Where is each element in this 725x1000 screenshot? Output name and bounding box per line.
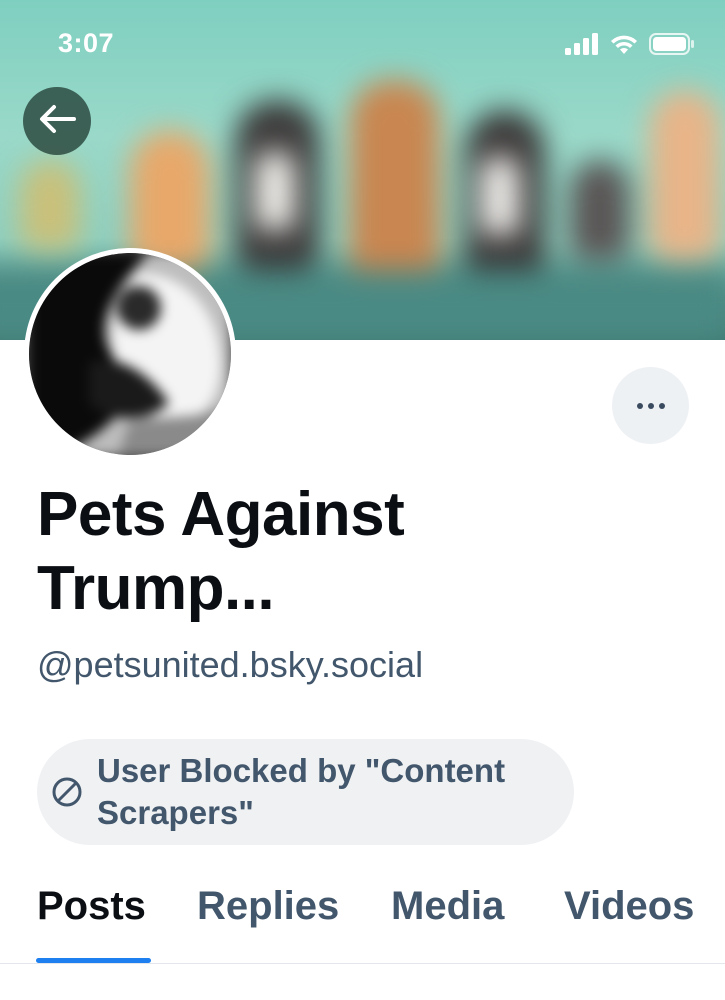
- wifi-icon: [609, 33, 639, 60]
- tab-posts[interactable]: Posts: [37, 884, 146, 929]
- profile-tabs: Posts Replies Media Videos: [0, 870, 725, 965]
- profile-display-name: Pets Against Trump...: [37, 480, 405, 623]
- profile-handle: @petsunited.bsky.social: [37, 644, 424, 685]
- blocked-circle-icon: [49, 774, 85, 810]
- status-bar: 3:07: [0, 0, 725, 90]
- blocked-status-label: User Blocked by "Content Scrapers": [97, 752, 506, 831]
- ellipsis-icon: [636, 402, 665, 409]
- back-button[interactable]: [23, 87, 91, 155]
- tab-media[interactable]: Media: [391, 884, 504, 929]
- more-options-button[interactable]: [612, 367, 689, 444]
- avatar-image: [29, 253, 231, 455]
- tab-replies[interactable]: Replies: [197, 884, 339, 929]
- signal-icon: [565, 33, 599, 60]
- battery-icon: [649, 33, 695, 60]
- avatar[interactable]: [24, 248, 236, 460]
- tab-videos[interactable]: Videos: [564, 884, 694, 929]
- blocked-status-pill[interactable]: User Blocked by "Content Scrapers": [37, 739, 574, 845]
- tabs-divider: [0, 963, 725, 964]
- status-icons: [565, 33, 695, 60]
- status-time: 3:07: [58, 28, 115, 58]
- arrow-left-icon: [38, 104, 76, 139]
